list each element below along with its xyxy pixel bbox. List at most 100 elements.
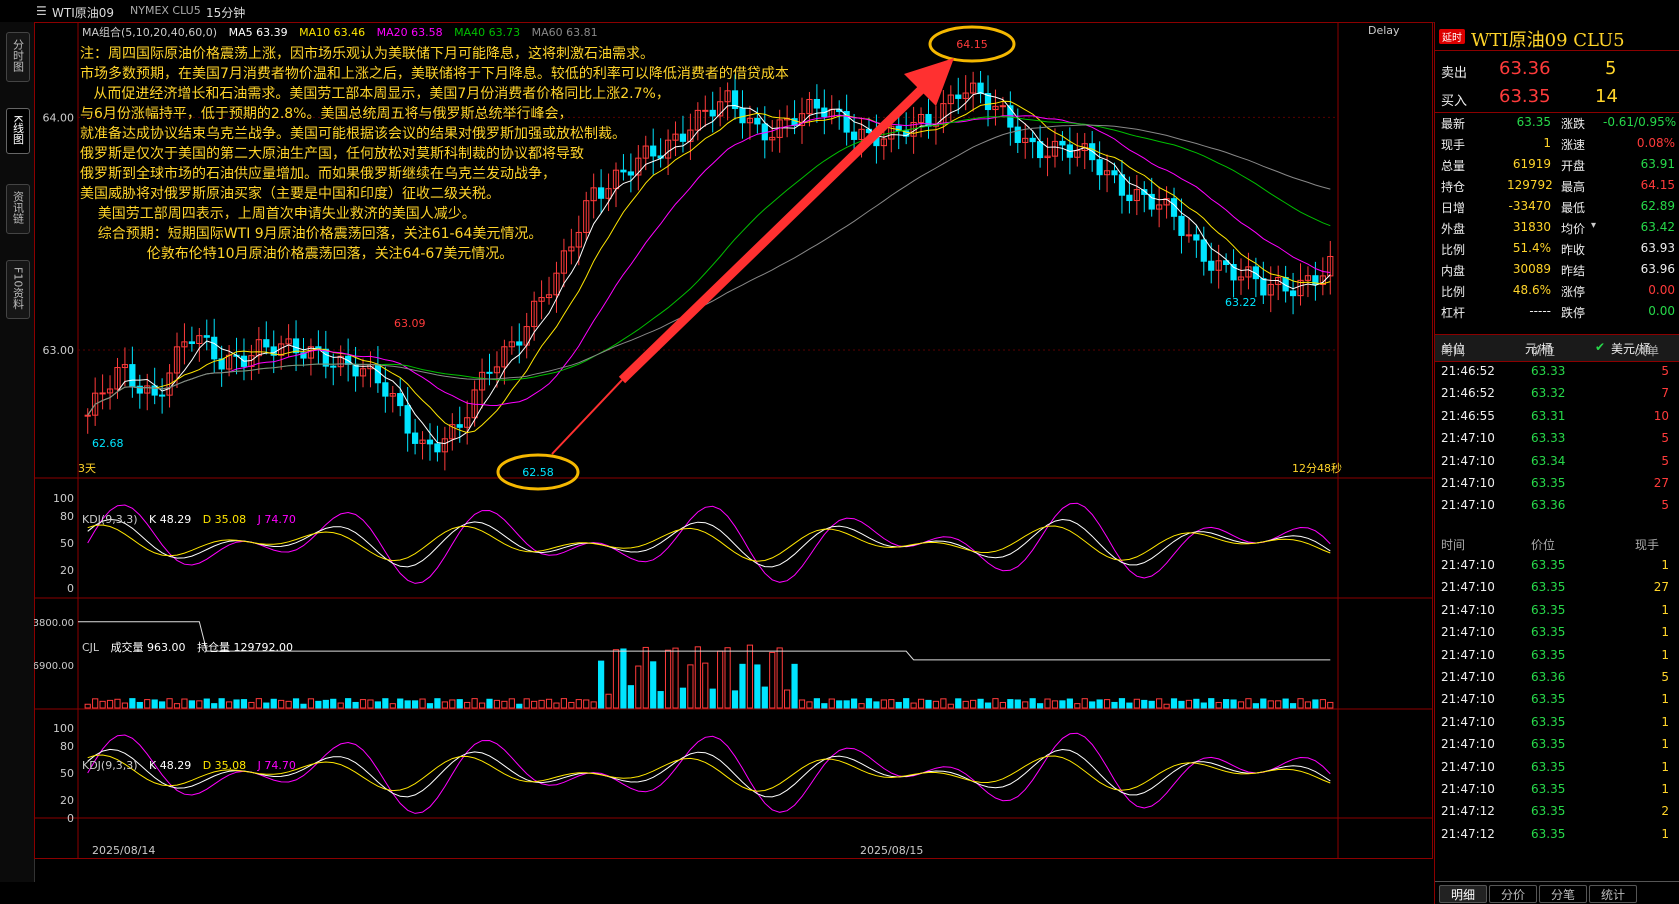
tick-price: 63.35 — [1531, 737, 1566, 752]
stat-value: -33470 — [1508, 199, 1551, 213]
kdj-name[interactable]: KDJ(9,3,3) — [82, 513, 138, 526]
note-line: 美国威胁将对俄罗斯原油买家（主要是中国和印度）征收二级关税。 — [80, 186, 500, 202]
quote-title: WTI原油09 CLU5 — [1471, 30, 1625, 51]
candle-body — [330, 365, 337, 368]
symbol-title[interactable]: WTI原油09 — [52, 4, 114, 21]
tab-detail[interactable]: 明细 — [1439, 885, 1487, 903]
volume-bar — [560, 698, 568, 709]
tick-row: 21:47:10 63.35 1 — [1435, 782, 1679, 804]
ma60-value: MA60 63.81 — [531, 26, 598, 39]
dropdown-icon[interactable]: ▾ — [1591, 220, 1596, 231]
stat-row: 持仓 129792 最高 64.15 — [1435, 178, 1679, 200]
stat-row: 外盘 31830 均价 63.42 — [1435, 220, 1679, 242]
volume-bar — [843, 700, 850, 709]
volume-bar — [895, 701, 902, 709]
candle-body — [486, 371, 493, 374]
volume-bar — [516, 703, 523, 709]
volume-bar — [657, 691, 664, 709]
volume-bar — [1185, 699, 1193, 709]
buy-price[interactable]: 63.35 — [1499, 86, 1551, 107]
tab-timeshare[interactable]: 分时图 — [6, 32, 30, 82]
candle-body — [99, 392, 106, 395]
tab-ticks[interactable]: 分笔 — [1539, 885, 1587, 903]
volume-bar — [813, 698, 820, 709]
volume-bar — [1059, 700, 1066, 709]
kdj-legend-2: KDJ(9,3,3) K 48.29 D 35.08 J 74.70 — [82, 759, 296, 772]
kdj-tick: 80 — [60, 740, 74, 753]
volume-bar — [337, 702, 344, 709]
tick-time: 21:47:10 — [1441, 431, 1495, 446]
ma5-value: MA5 63.39 — [228, 26, 288, 39]
right-low-label: 63.22 — [1225, 296, 1257, 309]
menu-icon[interactable]: ☰ — [36, 4, 47, 18]
kdj-tick: 50 — [60, 537, 74, 550]
tick-time: 21:47:10 — [1441, 782, 1495, 796]
cjl-volume: 成交量 963.00 — [110, 641, 186, 654]
tab-f10[interactable]: F10资料 — [6, 260, 30, 320]
candle-body — [84, 414, 91, 417]
buy-label: 买入 — [1441, 94, 1468, 109]
note-line: 俄罗斯是仅次于美国的第二大原油生产国，任何放松对莫斯科制裁的协议都将导致 — [80, 146, 584, 162]
stat-value-2: 63.93 — [1640, 241, 1675, 255]
volume-tick: 6900.00 — [34, 661, 74, 672]
volume-bar — [798, 699, 806, 709]
left-low-label: 62.68 — [92, 437, 124, 450]
volume-bar — [441, 701, 448, 709]
tab-stats[interactable]: 统计 — [1589, 885, 1637, 903]
tick-price: 63.35 — [1531, 804, 1566, 819]
volume-bar — [903, 698, 910, 709]
tick-price: 63.35 — [1531, 826, 1566, 841]
volume-bar — [315, 700, 322, 709]
kdj-tick: 80 — [60, 510, 74, 523]
volume-bar — [1148, 700, 1155, 709]
volume-bar — [240, 699, 248, 709]
volume-bar — [144, 699, 151, 709]
volume-bar — [181, 698, 188, 709]
tick-price: 63.35 — [1531, 602, 1566, 617]
volume-bar — [538, 699, 545, 709]
candle-body — [516, 341, 523, 346]
tick-volume: 10 — [1653, 408, 1669, 423]
tick-time: 21:46:52 — [1441, 386, 1495, 401]
volume-bar — [746, 644, 754, 709]
stat-row: 日增 -33470 最低 62.89 — [1435, 199, 1679, 221]
ma20-value: MA20 63.58 — [376, 26, 443, 39]
volume-bar — [545, 698, 553, 709]
volume-bar — [1312, 699, 1319, 709]
kdj2-name[interactable]: KDJ(9,3,3) — [82, 759, 138, 772]
candle-body — [1200, 239, 1207, 262]
col-volume: 现手 — [1635, 538, 1660, 552]
volume-bar — [106, 699, 114, 709]
kdj-j: J 74.70 — [257, 513, 296, 526]
tick-row: 21:47:10 63.35 1 — [1435, 648, 1679, 670]
volume-bar — [568, 701, 575, 709]
volume-bar — [865, 698, 873, 709]
tick-volume: 1 — [1661, 759, 1669, 774]
volume-bar — [278, 699, 285, 709]
volume-bar — [411, 700, 419, 709]
stat-label-2: 最低 — [1561, 201, 1586, 215]
tick-volume: 27 — [1653, 580, 1669, 595]
tab-price-dist[interactable]: 分价 — [1489, 885, 1537, 903]
volume-bar — [307, 698, 315, 709]
col-volume: 大单 — [1635, 344, 1660, 358]
period-selector[interactable]: 15分钟 — [206, 4, 245, 21]
volume-bar — [1029, 698, 1036, 709]
cjl-name[interactable]: CJL — [82, 641, 99, 654]
sell-price[interactable]: 63.36 — [1499, 58, 1551, 79]
volume-bar — [1118, 698, 1126, 709]
tick-row: 21:47:10 63.35 1 — [1435, 715, 1679, 737]
volume-bar — [1036, 703, 1044, 709]
tab-kline[interactable]: K线图 — [6, 108, 30, 155]
volume-bar — [642, 646, 649, 709]
kdj-tick: 0 — [67, 812, 74, 825]
stat-label-2: 均价 — [1561, 222, 1586, 236]
volume-bar — [940, 698, 947, 709]
sell-row: 卖出 63.36 5 — [1435, 58, 1679, 84]
tick-price: 63.36 — [1531, 670, 1566, 684]
stat-value-2: 0.08% — [1636, 136, 1675, 150]
tab-news[interactable]: 资讯链 — [6, 184, 30, 234]
tick-volume: 27 — [1653, 476, 1669, 490]
volume-bar — [1245, 698, 1252, 709]
ma-name[interactable]: MA组合(5,10,20,40,60,0) — [82, 26, 217, 39]
